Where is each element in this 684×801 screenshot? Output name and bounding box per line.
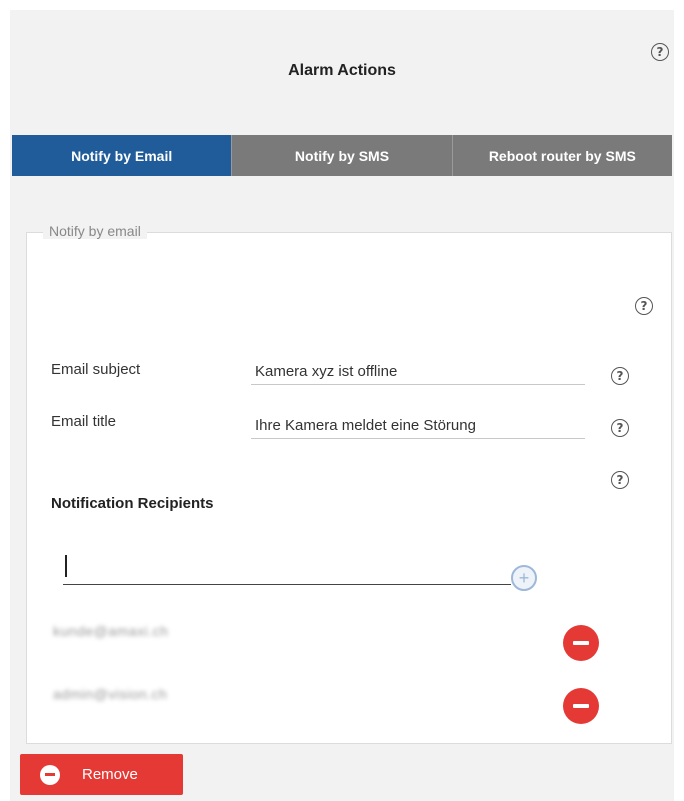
email-title-field[interactable]: Ihre Kamera meldet eine Störung	[251, 417, 585, 439]
page-title: Alarm Actions	[288, 62, 396, 79]
tab-notify-sms[interactable]: Notify by SMS	[232, 135, 453, 176]
add-recipient-button[interactable]: +	[511, 565, 537, 591]
help-icon[interactable]: ?	[651, 43, 669, 61]
recipients-title: Notification Recipients	[51, 495, 214, 512]
minus-icon	[573, 641, 589, 645]
minus-circle-icon	[40, 764, 60, 785]
new-recipient-input[interactable]	[63, 551, 511, 585]
recipients-help-icon[interactable]: ?	[611, 471, 629, 489]
remove-recipient-2-button[interactable]	[563, 688, 599, 724]
section-help-icon[interactable]: ?	[635, 297, 653, 315]
email-subject-label: Email subject	[51, 361, 141, 378]
recipient-email-2: admin@vision.ch	[53, 686, 168, 702]
remove-button-label: Remove	[82, 766, 138, 783]
recipient-email-1: kunde@amaxi.ch	[53, 623, 169, 639]
alarm-actions-panel: Alarm Actions ? Notify by Email Notify b…	[10, 10, 674, 801]
tab-reboot-router-sms[interactable]: Reboot router by SMS	[452, 135, 672, 176]
title-help-icon[interactable]: ?	[611, 419, 629, 437]
text-cursor	[65, 555, 67, 577]
fieldset-legend: Notify by email	[43, 223, 147, 239]
remove-recipient-1-button[interactable]	[563, 625, 599, 661]
subject-help-icon[interactable]: ?	[611, 367, 629, 385]
action-tabs: Notify by Email Notify by SMS Reboot rou…	[12, 135, 672, 176]
email-title-label: Email title	[51, 413, 117, 430]
notify-email-fieldset: Notify by email ? Email subject Kamera x…	[26, 223, 672, 744]
minus-icon	[573, 704, 589, 708]
email-subject-field[interactable]: Kamera xyz ist offline	[251, 363, 585, 385]
tab-notify-email[interactable]: Notify by Email	[12, 135, 233, 176]
remove-button[interactable]: Remove	[20, 754, 183, 795]
